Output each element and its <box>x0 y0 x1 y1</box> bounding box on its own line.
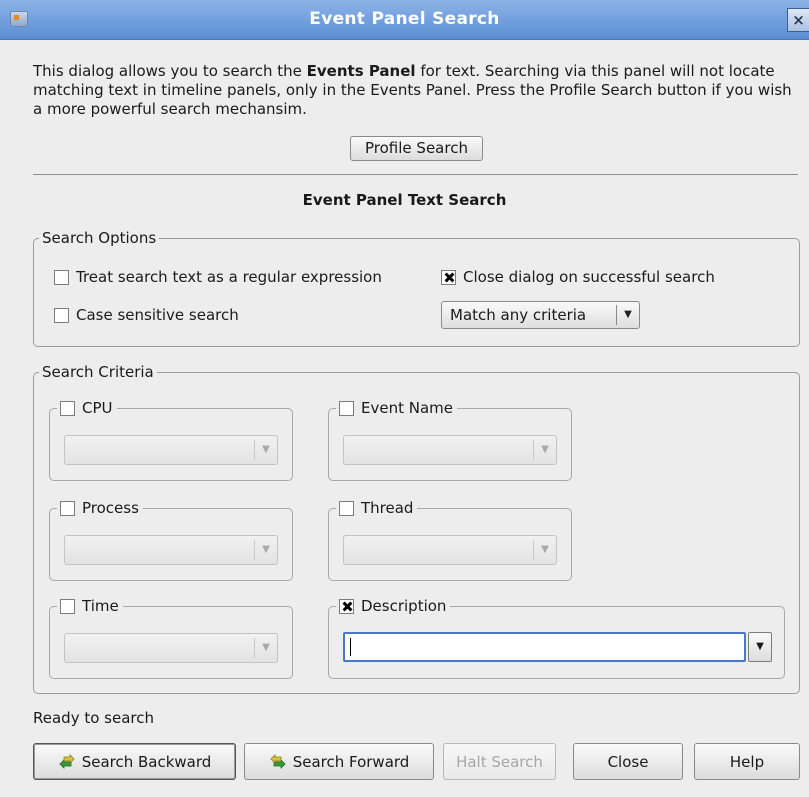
search-backward-label: Search Backward <box>81 752 212 771</box>
description-input[interactable] <box>343 632 746 662</box>
search-options-group: Search Options Treat search text as a re… <box>33 228 800 347</box>
chevron-down-icon: ▼ <box>541 444 549 455</box>
process-label: Process <box>82 499 139 517</box>
chevron-down-icon: ▼ <box>262 642 270 653</box>
intro-text: This dialog allows you to search the Eve… <box>33 62 798 119</box>
time-combo: ▼ <box>64 633 278 663</box>
cpu-legend[interactable]: CPU <box>57 398 117 418</box>
search-forward-button[interactable]: Search Forward <box>244 743 434 780</box>
chevron-down-icon: ▼ <box>541 544 549 555</box>
event-name-combo: ▼ <box>343 435 557 465</box>
event-name-criteria: Event Name ▼ <box>328 398 572 481</box>
process-legend[interactable]: Process <box>57 498 143 518</box>
description-label: Description <box>361 597 447 615</box>
help-button[interactable]: Help <box>694 743 800 780</box>
description-history-button[interactable]: ▼ <box>748 632 772 662</box>
section-title: Event Panel Text Search <box>302 191 507 209</box>
description-legend[interactable]: Description <box>336 596 451 616</box>
close-on-success-label: Close dialog on successful search <box>463 268 715 286</box>
intro-bold: Events Panel <box>306 62 416 80</box>
thread-checkbox[interactable] <box>339 501 354 516</box>
match-criteria-dropdown[interactable]: Match any criteria ▼ <box>441 301 640 329</box>
time-checkbox[interactable] <box>60 599 75 614</box>
search-options-legend: Search Options <box>39 228 160 248</box>
thread-criteria: Thread ▼ <box>328 498 572 581</box>
search-criteria-group: Search Criteria CPU ▼ Event Name ▼ Proce… <box>33 362 800 694</box>
search-backward-button[interactable]: Search Backward <box>33 743 236 780</box>
event-name-checkbox[interactable] <box>339 401 354 416</box>
close-on-success-option[interactable]: Close dialog on successful search <box>441 267 715 287</box>
close-button[interactable]: Close <box>573 743 683 780</box>
window-title: Event Panel Search <box>309 9 500 29</box>
dialog-content: This dialog allows you to search the Eve… <box>0 40 809 797</box>
close-on-success-checkbox[interactable] <box>441 270 456 285</box>
description-criteria: Description ▼ <box>328 596 785 679</box>
title-bar: Event Panel Search × <box>0 0 809 40</box>
search-forward-label: Search Forward <box>292 752 410 771</box>
separator <box>33 174 798 175</box>
regex-label: Treat search text as a regular expressio… <box>76 268 382 286</box>
thread-legend[interactable]: Thread <box>336 498 418 518</box>
chevron-down-icon: ▼ <box>262 444 270 455</box>
time-criteria: Time ▼ <box>49 596 293 679</box>
thread-label: Thread <box>361 499 414 517</box>
process-criteria: Process ▼ <box>49 498 293 581</box>
intro-part1: This dialog allows you to search the <box>33 62 307 80</box>
thread-combo: ▼ <box>343 535 557 565</box>
regex-option[interactable]: Treat search text as a regular expressio… <box>54 267 382 287</box>
cpu-label: CPU <box>82 399 113 417</box>
chevron-down-icon: ▼ <box>624 309 632 320</box>
search-backward-icon <box>59 753 75 769</box>
case-sensitive-label: Case sensitive search <box>76 306 239 324</box>
status-text: Ready to search <box>33 709 154 727</box>
description-checkbox[interactable] <box>339 599 354 614</box>
cpu-checkbox[interactable] <box>60 401 75 416</box>
search-forward-icon <box>270 753 286 769</box>
case-sensitive-checkbox[interactable] <box>54 308 69 323</box>
text-caret <box>350 638 351 656</box>
event-name-label: Event Name <box>361 399 453 417</box>
regex-checkbox[interactable] <box>54 270 69 285</box>
window-close-button[interactable]: × <box>787 8 809 32</box>
time-legend[interactable]: Time <box>57 596 123 616</box>
profile-search-button[interactable]: Profile Search <box>350 136 483 161</box>
process-checkbox[interactable] <box>60 501 75 516</box>
cpu-criteria: CPU ▼ <box>49 398 293 481</box>
chevron-down-icon: ▼ <box>262 544 270 555</box>
cpu-combo: ▼ <box>64 435 278 465</box>
search-criteria-legend: Search Criteria <box>39 362 157 382</box>
halt-search-button[interactable]: Halt Search <box>443 743 556 780</box>
process-combo: ▼ <box>64 535 278 565</box>
match-criteria-value: Match any criteria <box>450 306 587 324</box>
time-label: Time <box>82 597 119 615</box>
event-name-legend[interactable]: Event Name <box>336 398 457 418</box>
case-sensitive-option[interactable]: Case sensitive search <box>54 305 239 325</box>
